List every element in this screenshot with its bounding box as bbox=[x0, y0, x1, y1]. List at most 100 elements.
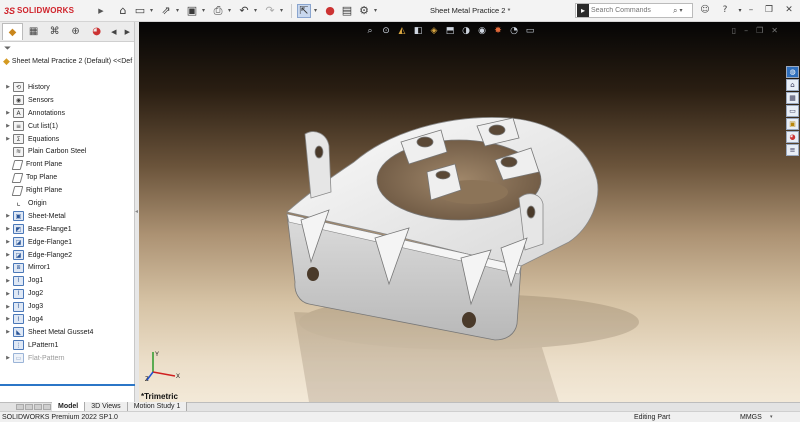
new-document-icon[interactable]: ▭ bbox=[133, 4, 147, 18]
rollback-bar[interactable] bbox=[0, 384, 135, 386]
expand-arrow-icon[interactable]: ▶ bbox=[3, 316, 13, 322]
unit-system-selector[interactable]: MMGS bbox=[740, 414, 762, 421]
tab-motion-study-1[interactable]: Motion Study 1 bbox=[127, 402, 188, 411]
units-dropdown-icon[interactable]: ▾ bbox=[770, 414, 773, 420]
next-tab-icon[interactable] bbox=[34, 404, 42, 410]
feature-tree-filter[interactable]: ⏷ bbox=[0, 42, 134, 55]
tree-item-lpattern1[interactable]: ⋮ LPattern1 bbox=[0, 339, 135, 352]
print-icon[interactable]: ⎙ bbox=[211, 4, 225, 18]
collapse-panel-icon[interactable]: ◂ bbox=[135, 208, 138, 215]
tabs-scroll-right-icon[interactable]: ▶ bbox=[121, 23, 134, 40]
document-title: Sheet Metal Practice 2 * bbox=[430, 6, 511, 15]
tree-item-origin[interactable]: ⌞ Origin bbox=[0, 197, 135, 210]
expand-arrow-icon[interactable]: ▶ bbox=[3, 291, 13, 297]
undo-dropdown-icon[interactable]: ▾ bbox=[254, 7, 260, 14]
tab-3d-views[interactable]: 3D Views bbox=[85, 402, 128, 411]
cut-list-icon: ≡ bbox=[13, 121, 24, 132]
options-icon[interactable]: ⚙ bbox=[357, 4, 371, 18]
restore-icon[interactable]: ❐ bbox=[762, 3, 776, 17]
redo-dropdown-icon[interactable]: ▾ bbox=[280, 7, 286, 14]
tree-item-front-plane[interactable]: Front Plane bbox=[0, 158, 135, 171]
tree-item-label: Jog2 bbox=[28, 290, 44, 298]
feature-manager-tab[interactable]: ◆ bbox=[2, 23, 24, 40]
plane-icon bbox=[11, 172, 24, 183]
configuration-manager-tab[interactable]: ⌘ bbox=[44, 23, 65, 40]
expand-arrow-icon[interactable]: ▶ bbox=[3, 304, 13, 310]
minimize-icon[interactable]: – bbox=[744, 3, 758, 17]
tree-item-sheet-metal[interactable]: ▶ ▣ Sheet-Metal bbox=[0, 210, 135, 223]
prev-tab-icon[interactable] bbox=[25, 404, 33, 410]
tree-item-equations[interactable]: ▶ Σ Equations bbox=[0, 133, 135, 146]
select-icon[interactable]: ⇱ bbox=[297, 3, 311, 18]
tree-item-edge-flange2[interactable]: ▶ ◪ Edge-Flange2 bbox=[0, 249, 135, 262]
user-icon[interactable]: ☺ bbox=[698, 3, 712, 17]
expand-arrow-icon[interactable]: ▶ bbox=[3, 213, 13, 219]
tree-item-top-plane[interactable]: Top Plane bbox=[0, 171, 135, 184]
open-icon[interactable]: ⇗ bbox=[159, 4, 173, 18]
select-dropdown-icon[interactable]: ▾ bbox=[314, 7, 320, 14]
search-magnifier-icon[interactable]: ⌕ bbox=[673, 6, 677, 16]
expand-arrow-icon[interactable]: ▶ bbox=[3, 265, 13, 271]
expand-arrow-icon[interactable]: ▶ bbox=[3, 84, 13, 90]
home-icon[interactable]: ⌂ bbox=[116, 4, 130, 18]
tree-item-right-plane[interactable]: Right Plane bbox=[0, 184, 135, 197]
tree-item-flat-pattern[interactable]: ▶ ▭ Flat-Pattern bbox=[0, 352, 135, 365]
expand-arrow-icon[interactable]: ▶ bbox=[3, 110, 13, 116]
tree-item-jog3[interactable]: ▶ ⌇ Jog3 bbox=[0, 300, 135, 313]
expand-arrow-icon[interactable]: ▶ bbox=[3, 136, 13, 142]
tree-item-base-flange1[interactable]: ▶ ◩ Base-Flange1 bbox=[0, 223, 135, 236]
expand-arrow-icon[interactable]: ▶ bbox=[3, 278, 13, 284]
tree-item-jog1[interactable]: ▶ ⌇ Jog1 bbox=[0, 274, 135, 287]
file-properties-icon[interactable]: ▤ bbox=[340, 4, 354, 18]
expand-arrow-icon[interactable]: ▶ bbox=[3, 239, 13, 245]
tree-item-sensors[interactable]: ◉ Sensors bbox=[0, 94, 135, 107]
tree-item-mirror1[interactable]: ▶ ⧈ Mirror1 bbox=[0, 261, 135, 274]
menu-expand-arrow-icon[interactable]: ▶ bbox=[96, 7, 106, 15]
save-dropdown-icon[interactable]: ▾ bbox=[202, 7, 208, 14]
search-dropdown-icon[interactable]: ▾ bbox=[679, 7, 682, 14]
feature-manager-panel: ◆ ▦ ⌘ ⊕ ◕ ◀ ▶ ⏷ ◆ Sheet Metal Practice 2… bbox=[0, 22, 135, 402]
tree-item-jog4[interactable]: ▶ ⌇ Jog4 bbox=[0, 313, 135, 326]
print-dropdown-icon[interactable]: ▾ bbox=[228, 7, 234, 14]
expand-arrow-icon[interactable]: ▶ bbox=[3, 252, 13, 258]
sheet-metal-part-model[interactable] bbox=[139, 22, 800, 402]
tree-item-label: Jog1 bbox=[28, 277, 44, 285]
tab-model[interactable]: Model bbox=[52, 402, 86, 411]
filter-icon[interactable]: ⏷ bbox=[4, 44, 11, 54]
last-tab-icon[interactable] bbox=[43, 404, 51, 410]
tree-item-jog2[interactable]: ▶ ⌇ Jog2 bbox=[0, 287, 135, 300]
tree-item-edge-flange1[interactable]: ▶ ◪ Edge-Flange1 bbox=[0, 236, 135, 249]
expand-arrow-icon[interactable]: ▶ bbox=[3, 226, 13, 232]
undo-icon[interactable]: ↶ bbox=[237, 4, 251, 18]
close-icon[interactable]: ✕ bbox=[782, 3, 796, 17]
search-input[interactable] bbox=[591, 7, 671, 14]
dimxpert-manager-tab[interactable]: ⊕ bbox=[65, 23, 86, 40]
sensors-icon: ◉ bbox=[13, 95, 24, 106]
redo-icon[interactable]: ↷ bbox=[263, 4, 277, 18]
expand-arrow-icon[interactable]: ▶ bbox=[3, 329, 13, 335]
help-icon[interactable]: ? bbox=[718, 3, 732, 17]
expand-arrow-icon[interactable]: ▶ bbox=[3, 355, 13, 361]
ds-brand-mark: 3S bbox=[4, 5, 16, 16]
part-root-node[interactable]: ◆ Sheet Metal Practice 2 (Default) <<Def bbox=[0, 55, 134, 68]
solidworks-logo[interactable]: 3S SOLIDWORKS bbox=[0, 6, 96, 16]
graphics-area[interactable]: ⌕ ⊙ ◭ ◧ ◈ ⬒ ◑ ◉ ✸ ◔ ▭ ▯ – ❐ ✕ ◍ ⌂ ▦ ▭ ▣ … bbox=[139, 22, 800, 402]
tree-item-plain-carbon-steel[interactable]: ≋ Plain Carbon Steel bbox=[0, 145, 135, 158]
expand-arrow-icon[interactable]: ▶ bbox=[3, 123, 13, 129]
tabs-scroll-left-icon[interactable]: ◀ bbox=[107, 23, 120, 40]
display-manager-tab[interactable]: ◕ bbox=[86, 23, 107, 40]
command-search-icon[interactable]: ▸ bbox=[577, 4, 589, 17]
open-dropdown-icon[interactable]: ▾ bbox=[176, 7, 182, 14]
property-manager-tab[interactable]: ▦ bbox=[23, 23, 44, 40]
tree-item-label: Top Plane bbox=[26, 174, 58, 182]
tree-item-history[interactable]: ▶ ⟲ History bbox=[0, 81, 135, 94]
tree-item-annotations[interactable]: ▶ A Annotations bbox=[0, 107, 135, 120]
search-commands-box[interactable]: ▸ ⌕ ▾ bbox=[575, 3, 693, 18]
rebuild-icon[interactable]: ● bbox=[323, 4, 337, 18]
save-icon[interactable]: ▣ bbox=[185, 4, 199, 18]
tree-item-cut-list-1[interactable]: ▶ ≡ Cut list(1) bbox=[0, 120, 135, 133]
tree-item-sheet-metal-gusset4[interactable]: ▶ ◣ Sheet Metal Gusset4 bbox=[0, 326, 135, 339]
first-tab-icon[interactable] bbox=[16, 404, 24, 410]
new-dropdown-icon[interactable]: ▾ bbox=[150, 7, 156, 14]
options-dropdown-icon[interactable]: ▾ bbox=[374, 7, 380, 14]
